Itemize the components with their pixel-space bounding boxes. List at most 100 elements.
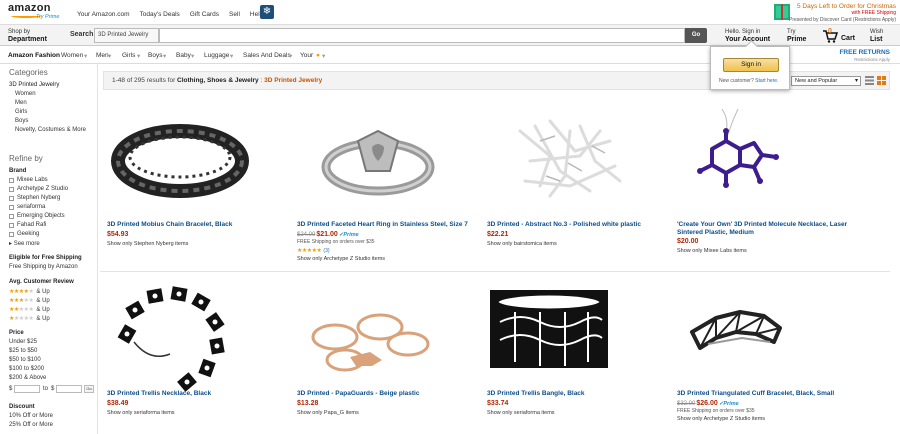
review-filter-1[interactable]: ★★★★★ & Up (9, 315, 50, 322)
snowflake-icon[interactable]: ❄ (260, 5, 274, 19)
nav-amazon-fashion[interactable]: Amazon Fashion (8, 52, 60, 59)
wish-list-menu[interactable]: Wish List (870, 28, 883, 44)
show-only-link[interactable]: Show only Archetype Z Studio items (297, 256, 385, 262)
price-go-button[interactable]: Go (84, 385, 94, 393)
brand-stephen-nyberg[interactable]: Stephen Nyberg (17, 195, 60, 201)
search-department-select[interactable]: 3D Printed Jewelry (94, 28, 159, 43)
product-title[interactable]: 3D Printed Faceted Heart Ring in Stainle… (297, 221, 477, 229)
show-only-link[interactable]: Show only Mixee Labs items (677, 248, 747, 254)
product-card[interactable]: 3D Printed Trellis Necklace, Black $38.4… (100, 274, 285, 434)
search-input[interactable] (159, 28, 685, 43)
signin-button[interactable]: Sign in (723, 58, 779, 72)
nav-women[interactable]: Women (61, 52, 83, 59)
brand-checkbox[interactable] (9, 205, 14, 210)
product-card[interactable]: 3D Printed Faceted Heart Ring in Stainle… (290, 93, 475, 268)
nav-baby[interactable]: Baby (176, 52, 191, 59)
product-card[interactable]: 3D Printed Trellis Bangle, Black $33.74 … (480, 274, 665, 434)
try-prime-menu[interactable]: Try Prime (787, 28, 806, 44)
product-card[interactable]: 3D Printed - Abstract No.3 - Polished wh… (480, 93, 665, 268)
product-title[interactable]: 3D Printed - Abstract No.3 - Polished wh… (487, 221, 667, 229)
product-title[interactable]: 3D Printed Mobius Chain Bracelet, Black (107, 221, 287, 229)
price-25-50[interactable]: $25 to $50 (9, 348, 37, 354)
brand-geeking[interactable]: Geeking (17, 231, 39, 237)
top-link-gift-cards[interactable]: Gift Cards (190, 11, 219, 18)
brand-checkbox[interactable] (9, 178, 14, 183)
discount-10[interactable]: 10% Off or More (9, 413, 53, 419)
start-here-link[interactable]: Start here. (755, 78, 778, 84)
product-image-trellis-bangle[interactable] (480, 282, 655, 397)
product-title[interactable]: 'Create Your Own' 3D Printed Molecule Ne… (677, 221, 857, 237)
show-only-link[interactable]: Show only seriaforma items (107, 410, 175, 416)
brand-checkbox[interactable] (9, 232, 14, 237)
nav-boys[interactable]: Boys (148, 52, 162, 59)
results-scope[interactable]: Clothing, Shoes & Jewelry (177, 77, 259, 84)
product-title[interactable]: 3D Printed Trellis Necklace, Black (107, 390, 287, 398)
show-only-link[interactable]: Show only Papa_G items (297, 410, 359, 416)
subcategory-girls[interactable]: Girls (15, 109, 27, 115)
product-image-trellis-necklace[interactable] (100, 282, 275, 397)
product-image-papaguards[interactable] (290, 282, 465, 397)
nav-men[interactable]: Men (96, 52, 109, 59)
amazon-logo[interactable]: amazon Try Prime (8, 3, 64, 23)
brand-archetype-z[interactable]: Archetype Z Studio (17, 186, 68, 192)
nav-girls[interactable]: Girls (122, 52, 135, 59)
product-card[interactable]: 'Create Your Own' 3D Printed Molecule Ne… (670, 93, 855, 268)
review-count[interactable]: (3) (323, 248, 329, 254)
grid-view-icon[interactable] (877, 76, 886, 85)
sort-select[interactable]: New and Popular (791, 76, 861, 86)
product-image-heart-ring[interactable] (290, 101, 465, 216)
brand-mixee-labs[interactable]: Mixee Labs (17, 177, 48, 183)
top-link-sell[interactable]: Sell (229, 11, 240, 18)
product-title[interactable]: 3D Printed - PapaGuards - Beige plastic (297, 390, 477, 398)
brand-seriaforma[interactable]: seriaforma (17, 204, 45, 210)
show-only-link[interactable]: Show only bairstomica items (487, 241, 557, 247)
product-title[interactable]: 3D Printed Trellis Bangle, Black (487, 390, 667, 398)
product-card[interactable]: 3D Printed Mobius Chain Bracelet, Black … (100, 93, 285, 268)
free-shipping-option[interactable]: Free Shipping by Amazon (9, 264, 78, 270)
account-menu[interactable]: Hello. Sign in Your Account (725, 28, 770, 44)
gift-icon[interactable] (774, 4, 790, 20)
price-max-input[interactable] (56, 385, 82, 393)
product-title[interactable]: 3D Printed Triangulated Cuff Bracelet, B… (677, 390, 857, 398)
product-image-molecule-necklace[interactable] (670, 101, 845, 216)
subcategory-boys[interactable]: Boys (15, 118, 28, 124)
show-only-link[interactable]: Show only Archetype Z Studio items (677, 416, 765, 422)
product-image-mobius-bracelet[interactable] (100, 101, 275, 216)
top-link-your-amazon[interactable]: Your Amazon.com (77, 11, 130, 18)
review-filter-3[interactable]: ★★★★★ & Up (9, 297, 50, 304)
free-returns-banner[interactable]: FREE RETURNS Restrictions Apply (839, 49, 890, 63)
price-200-above[interactable]: $200 & Above (9, 375, 46, 381)
brand-checkbox[interactable] (9, 214, 14, 219)
price-100-200[interactable]: $100 to $200 (9, 366, 44, 372)
brand-checkbox[interactable] (9, 223, 14, 228)
product-rating[interactable]: ★★★★★ (3) (297, 247, 330, 254)
nav-your[interactable]: Your (300, 52, 313, 59)
price-under-25[interactable]: Under $25 (9, 339, 37, 345)
brand-checkbox[interactable] (9, 187, 14, 192)
search-go-button[interactable]: Go (685, 28, 707, 43)
subcategory-women[interactable]: Women (15, 91, 36, 97)
discount-25[interactable]: 25% Off or More (9, 422, 53, 428)
review-filter-2[interactable]: ★★★★★ & Up (9, 306, 50, 313)
show-only-link[interactable]: Show only seriaforma items (487, 410, 555, 416)
subcategory-men[interactable]: Men (15, 100, 27, 106)
product-image-cuff-bracelet[interactable] (670, 282, 845, 397)
review-filter-4[interactable]: ★★★★★ & Up (9, 288, 50, 295)
shop-by-department[interactable]: Shop by Department (8, 28, 47, 44)
subcategory-novelty[interactable]: Novelty, Costumes & More (15, 127, 86, 133)
product-card[interactable]: 3D Printed Triangulated Cuff Bracelet, B… (670, 274, 855, 434)
christmas-promo[interactable]: 5 Days Left to Order for Christmas with … (789, 3, 896, 24)
brand-checkbox[interactable] (9, 196, 14, 201)
nav-sales-and-deals[interactable]: Sales And Deals (243, 52, 291, 59)
brand-fahad-rafi[interactable]: Fahad Rafi (17, 222, 46, 228)
show-only-link[interactable]: Show only Stephen Nyberg items (107, 241, 188, 247)
logo-try-prime[interactable]: Try Prime (36, 14, 59, 20)
see-more-link[interactable]: ▸ See more (9, 240, 40, 247)
brand-emerging-objects[interactable]: Emerging Objects (17, 213, 65, 219)
price-50-100[interactable]: $50 to $100 (9, 357, 41, 363)
list-view-icon[interactable] (865, 76, 874, 85)
product-card[interactable]: 3D Printed - PapaGuards - Beige plastic … (290, 274, 475, 434)
price-min-input[interactable] (14, 385, 40, 393)
top-link-todays-deals[interactable]: Today's Deals (140, 11, 180, 18)
product-image-abstract-white[interactable] (480, 101, 655, 216)
